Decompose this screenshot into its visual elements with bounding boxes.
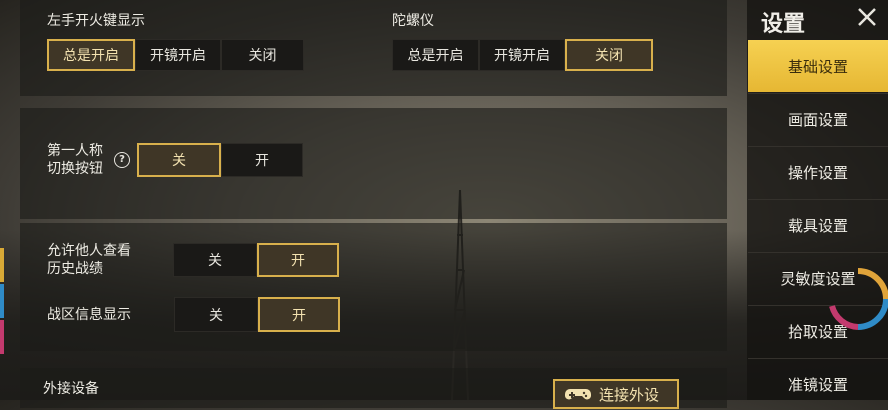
gyro-selector: 总是开启 开镜开启 关闭 xyxy=(392,39,653,71)
sidebar-item-vehicle[interactable]: 载具设置 xyxy=(748,199,888,251)
region-selector: 关 开 xyxy=(174,297,340,332)
close-icon[interactable] xyxy=(856,6,878,28)
first-person-label: 第一人称 切换按钮 xyxy=(47,143,103,177)
help-icon[interactable]: ? xyxy=(114,152,130,168)
left-fire-option-off[interactable]: 关闭 xyxy=(221,39,304,71)
connect-device-button[interactable]: 连接外设 xyxy=(553,379,679,409)
first-person-option-off[interactable]: 关 xyxy=(137,143,221,177)
left-edge-stripe xyxy=(0,248,4,282)
external-device-label: 外接设备 xyxy=(43,381,99,397)
history-selector: 关 开 xyxy=(173,243,339,277)
loading-ring-icon xyxy=(829,268,888,330)
left-fire-option-always[interactable]: 总是开启 xyxy=(47,39,135,71)
first-person-selector: 关 开 xyxy=(137,143,303,177)
gyro-option-scope[interactable]: 开镜开启 xyxy=(479,39,565,71)
sidebar-title: 设置 xyxy=(761,12,806,37)
history-option-off[interactable]: 关 xyxy=(173,243,257,277)
left-fire-selector: 总是开启 开镜开启 关闭 xyxy=(47,39,304,71)
region-option-on[interactable]: 开 xyxy=(258,297,340,332)
connect-device-label: 连接外设 xyxy=(599,385,660,404)
first-person-option-on[interactable]: 开 xyxy=(221,143,303,177)
gyro-option-off[interactable]: 关闭 xyxy=(565,39,653,71)
region-label: 战区信息显示 xyxy=(47,307,131,323)
sidebar-item-scope[interactable]: 准镜设置 xyxy=(748,358,888,410)
sidebar-item-controls[interactable]: 操作设置 xyxy=(748,146,888,198)
history-option-on[interactable]: 开 xyxy=(257,243,339,277)
left-edge-stripe xyxy=(0,284,4,318)
gyro-label: 陀螺仪 xyxy=(392,13,434,29)
sidebar-item-basic[interactable]: 基础设置 xyxy=(748,40,888,92)
left-edge-stripe xyxy=(0,320,4,354)
left-fire-option-scope[interactable]: 开镜开启 xyxy=(135,39,221,71)
gyro-option-always[interactable]: 总是开启 xyxy=(392,39,479,71)
left-fire-label: 左手开火键显示 xyxy=(47,13,145,29)
region-option-off[interactable]: 关 xyxy=(174,297,258,332)
sidebar-item-graphics[interactable]: 画面设置 xyxy=(748,93,888,145)
history-label: 允许他人查看 历史战绩 xyxy=(47,243,131,277)
